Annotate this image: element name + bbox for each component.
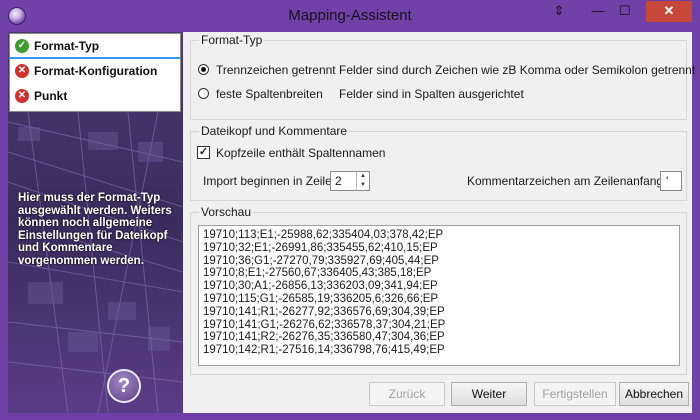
step-label: Punkt [34,89,68,103]
preview-line: 19710;113;E1;-25988,62;335404,03;378,42;… [203,229,444,241]
radio-delimited[interactable] [198,64,209,75]
spin-up-icon[interactable]: ▲ [357,172,369,181]
preview-line: 19710;141;R2;-26276,35;336580,47;304,36;… [203,331,445,344]
header-row-checkbox[interactable]: ✓ [197,146,210,159]
header-row-label[interactable]: Kopfzeile enthält Spaltennamen [216,146,385,160]
preview-line: 19710;142;R1;-27516,14;336798,76;415,49;… [203,344,445,357]
step-format-typ[interactable]: ✓ Format-Typ [10,34,180,59]
spin-arrows[interactable]: ▲ ▼ [356,172,369,190]
dialog-client-area: ✓ Format-Typ ✕ Format-Konfiguration ✕ Pu… [8,32,696,413]
preview-line: 19710;141;G1;-26276,62;336578,37;304,21;… [203,318,446,331]
preview-textbox[interactable]: 19710;113;E1;-25988,62;335404,03;378,42;… [198,225,680,366]
mapping-assistant-window: Mapping-Assistent ⇕ — ☐ ✕ ✓ Format-Typ ✕… [0,0,700,420]
help-icon[interactable]: ? [107,369,141,403]
left-panel: ✓ Format-Typ ✕ Format-Konfiguration ✕ Pu… [8,32,183,413]
comment-char-input[interactable]: ' [660,171,682,191]
import-start-label: Import beginnen in Zeile: [203,174,336,188]
radio-fixed-width-label[interactable]: feste Spaltenbreiten [216,87,323,101]
step-label: Format-Typ [34,39,100,53]
finish-button[interactable]: Fertigstellen [534,382,616,406]
cancel-button[interactable]: Abbrechen [619,382,689,406]
preview-line: 19710;8;E1;-27560,67;336405,43;385,18;EP [203,267,432,280]
error-icon: ✕ [15,64,29,78]
maximize-button[interactable]: ☐ [612,1,638,22]
back-button[interactable]: Zurück [369,382,445,406]
next-button[interactable]: Weiter [451,382,527,406]
preview-line: 19710;141;R1;-26277,92;336576,69;304,39;… [203,305,445,318]
preview-line: 19710;36;G1;-27270,79;335927,69;405,44;E… [203,254,439,267]
close-button[interactable]: ✕ [646,1,692,22]
step-format-konfiguration[interactable]: ✕ Format-Konfiguration [10,59,180,84]
preview-line: 19710;32;E1;-26991,86;335455,62;410,15;E… [203,241,438,254]
step-label: Format-Konfiguration [34,64,158,78]
title-bar[interactable]: Mapping-Assistent ⇕ — ☐ ✕ [0,0,700,32]
radio-fixed-width-description: Felder sind in Spalten ausgerichtet [339,87,524,101]
comment-char-label: Kommentarzeichen am Zeilenanfang: [467,174,667,188]
wizard-step-list: ✓ Format-Typ ✕ Format-Konfiguration ✕ Pu… [9,33,181,112]
group-title: Dateikopf und Kommentare [199,124,350,138]
file-header-group: Dateikopf und Kommentare [190,124,687,201]
error-icon: ✕ [15,89,29,103]
check-icon: ✓ [15,39,29,53]
minimize-button[interactable]: — [585,1,611,22]
spin-down-icon[interactable]: ▼ [357,181,369,190]
import-start-stepper[interactable]: 2 ▲ ▼ [330,171,370,191]
preview-line: 19710;115;G1;-26585,19;336205,6;326,66;E… [203,292,439,305]
step-punkt[interactable]: ✕ Punkt [10,84,180,109]
preview-line: 19710;30;A1;-26856,13;336203,09;341,94;E… [203,280,438,293]
group-title: Format-Typ [199,33,265,47]
format-type-group: Format-Typ [190,33,687,120]
radio-fixed-width[interactable] [198,88,209,99]
help-text: Hier muss der Format-Typ ausgewählt werd… [18,192,172,267]
radio-delimited-description: Felder sind durch Zeichen wie zB Komma o… [339,63,696,77]
radio-delimited-label[interactable]: Trennzeichen getrennt [216,63,336,77]
resize-icon[interactable]: ⇕ [551,1,567,22]
import-start-value[interactable]: 2 [335,174,342,188]
group-title: Vorschau [199,205,254,219]
